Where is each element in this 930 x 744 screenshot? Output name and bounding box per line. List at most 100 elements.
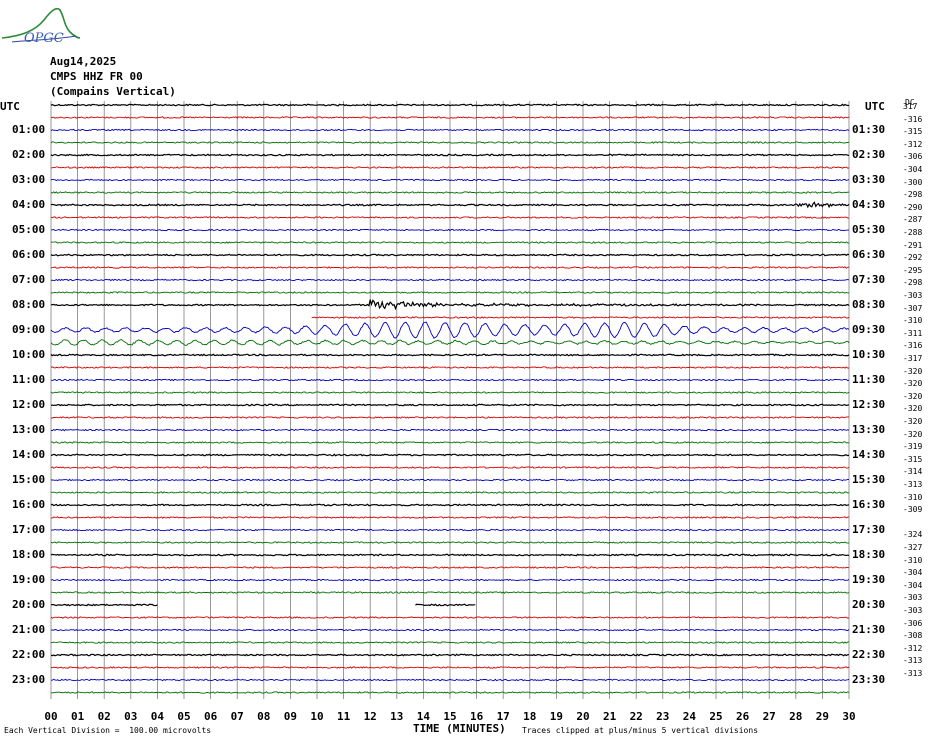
- x-tick-label: 25: [709, 710, 722, 723]
- left-hour-label: 17:00: [12, 523, 46, 536]
- left-hour-label: 03:00: [12, 173, 46, 186]
- x-tick-label: 18: [523, 710, 536, 723]
- x-tick-label: 29: [816, 710, 829, 723]
- x-tick-label: 21: [603, 710, 617, 723]
- row-offset-label: -298: [903, 190, 923, 200]
- right-hour-label: 09:30: [852, 323, 886, 336]
- row-offset-label: -314: [903, 467, 923, 477]
- right-hour-label: 11:30: [852, 373, 886, 386]
- left-hour-label: 08:00: [12, 298, 46, 311]
- row-offset-label: -298: [903, 278, 923, 288]
- row-offset-label: -303: [903, 606, 923, 615]
- left-hour-label: 10:00: [12, 348, 46, 361]
- x-tick-label: 00: [44, 710, 57, 723]
- x-tick-label: 26: [736, 710, 750, 723]
- right-hour-label: 14:30: [852, 448, 886, 461]
- right-hour-label: 06:30: [852, 248, 886, 261]
- x-tick-label: 20: [576, 710, 589, 723]
- left-hour-label: 19:00: [12, 573, 46, 586]
- row-offset-label: -309: [903, 505, 923, 515]
- x-tick-label: 05: [177, 710, 190, 723]
- row-offset-label: -324: [903, 530, 923, 540]
- right-hour-label: 17:30: [852, 523, 886, 536]
- row-offset-label: -320: [903, 391, 923, 401]
- right-hour-label: 21:30: [852, 623, 886, 636]
- row-offset-label: -306: [903, 618, 923, 628]
- left-hour-label: 09:00: [12, 323, 46, 336]
- division-note: Each Vertical Division = 100.00 microvol…: [4, 726, 212, 735]
- right-hour-label: 23:30: [852, 673, 886, 686]
- x-tick-label: 10: [310, 710, 323, 723]
- left-utc-label: UTC: [0, 100, 20, 113]
- row-offset-label: -313: [903, 656, 923, 666]
- time-gridlines: [50, 101, 850, 699]
- left-hour-label: 20:00: [12, 598, 46, 611]
- logo-text: OPGC: [24, 31, 64, 44]
- row-offset-label: -304: [903, 568, 923, 578]
- station-label: CMPS HHZ FR 00: [50, 70, 143, 83]
- row-offset-label: -312: [903, 139, 923, 149]
- right-hour-label: 12:30: [852, 398, 886, 411]
- opgc-logo-icon: OPGC: [1, 7, 80, 44]
- right-hour-label: 20:30: [852, 598, 886, 611]
- trace-row-17: [311, 316, 850, 319]
- x-tick-label: 07: [231, 710, 244, 723]
- right-hour-label: 01:30: [852, 123, 886, 136]
- right-hour-label: 07:30: [852, 273, 886, 286]
- right-hour-label: 18:30: [852, 548, 886, 561]
- helicorder-plot: 00 01 02 03 04 05 06 07 08 09 10 11 12 13 14 15 16 17 18 19…: [44, 101, 856, 723]
- row-offset-label: 317: [903, 102, 918, 111]
- left-hour-label: 07:00: [12, 273, 46, 286]
- x-tick-label: 27: [763, 710, 776, 723]
- x-tick-label: 23: [656, 710, 669, 723]
- row-offset-label: -310: [903, 492, 923, 502]
- row-offset-label: -319: [903, 442, 923, 452]
- row-offset-label: -306: [903, 152, 923, 162]
- left-hour-label: 02:00: [12, 148, 46, 161]
- x-tick-label: 24: [683, 710, 697, 723]
- row-offset-label: -312: [903, 643, 923, 653]
- x-tick-label: 11: [337, 710, 351, 723]
- row-offset-label: -311: [903, 328, 923, 338]
- x-tick-label: 04: [151, 710, 165, 723]
- x-tick-label: 12: [364, 710, 377, 723]
- right-hour-label: 16:30: [852, 498, 886, 511]
- row-offset-label: -320: [903, 366, 923, 376]
- x-tick-label: 22: [630, 710, 643, 723]
- row-offset-label: -303: [903, 593, 923, 603]
- clip-note: Traces clipped at plus/minus 5 vertical …: [522, 726, 759, 735]
- x-axis-label: TIME (MINUTES): [413, 722, 506, 735]
- left-hour-label: 21:00: [12, 623, 46, 636]
- left-hour-label: 22:00: [12, 648, 46, 661]
- right-hour-label: 04:30: [852, 198, 886, 211]
- trace-row-40-seg-1: [415, 603, 476, 607]
- row-offset-label: -308: [903, 631, 923, 641]
- row-offset-label: -315: [903, 454, 923, 464]
- left-hour-label: 14:00: [12, 448, 46, 461]
- row-offset-label: -310: [903, 555, 923, 565]
- trace-row-24: [50, 403, 850, 407]
- row-offset-label: -291: [903, 240, 923, 250]
- x-tick-label: 28: [789, 710, 802, 723]
- row-offset-label: -313: [903, 480, 923, 489]
- row-offset-label: -320: [903, 429, 923, 439]
- right-hour-label: 05:30: [852, 223, 886, 236]
- right-hour-label: 15:30: [852, 473, 886, 486]
- x-tick-label: 09: [284, 710, 297, 723]
- right-hour-label: 10:30: [852, 348, 886, 361]
- x-tick-label: 13: [390, 710, 403, 723]
- x-tick-label: 30: [842, 710, 855, 723]
- row-offset-label: -303: [903, 291, 923, 300]
- right-hour-label: 22:30: [852, 648, 886, 661]
- x-tick-label: 08: [257, 710, 270, 723]
- row-offset-label: -288: [903, 228, 923, 237]
- row-offset-label: -300: [903, 177, 923, 187]
- row-offset-label: -307: [903, 303, 923, 313]
- row-offset-label: -310: [903, 316, 923, 326]
- left-hour-label: 05:00: [12, 223, 46, 236]
- row-offset-label: -315: [903, 127, 923, 137]
- date-label: Aug14,2025: [50, 55, 117, 68]
- right-utc-label: UTC: [865, 100, 885, 113]
- row-offset-label: -316: [903, 341, 923, 351]
- x-tick-label: 02: [98, 710, 111, 723]
